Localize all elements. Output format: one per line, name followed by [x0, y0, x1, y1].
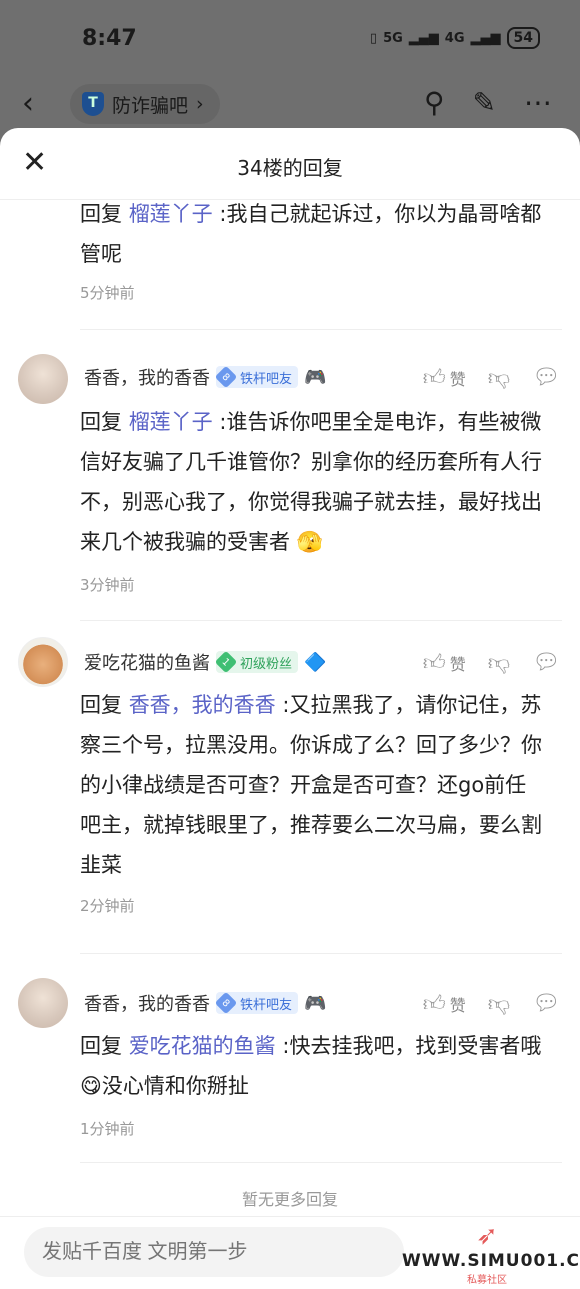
- reply-prefix: 回复: [80, 1034, 122, 1058]
- forum-name: 防诈骗吧: [112, 94, 189, 117]
- avatar[interactable]: [18, 637, 68, 687]
- level-number: 1: [214, 650, 238, 674]
- thumb-down-icon[interactable]: 👎︎: [488, 649, 510, 676]
- network-4g: 4G: [444, 30, 465, 46]
- thumb-down-icon[interactable]: 👎︎: [488, 364, 510, 391]
- reply-actions: 👍︎ 赞 👎︎ 💬︎: [423, 364, 560, 391]
- like-button[interactable]: 👍︎ 赞: [423, 364, 466, 391]
- sheet-header: ✕ 34楼的回复: [0, 128, 580, 200]
- avatar[interactable]: [18, 978, 68, 1028]
- like-label: 赞: [449, 369, 466, 389]
- reply-actions: 👍︎ 赞 👎︎ 💬︎: [423, 649, 560, 676]
- level-badge: 1 初级粉丝: [214, 650, 299, 674]
- divider: [80, 1162, 562, 1163]
- decoration-icon: 🎮: [304, 992, 327, 1014]
- watermark: ➶ WWW.SIMU001.CN 私募社区: [402, 1221, 580, 1286]
- decoration-icon: 🔷: [304, 651, 327, 673]
- like-label: 赞: [449, 654, 466, 674]
- sheet-title: 34楼的回复: [237, 156, 343, 180]
- thumb-up-icon: 👍︎: [422, 651, 446, 676]
- username[interactable]: 爱吃花猫的鱼酱: [84, 649, 210, 675]
- badge-label: 初级粉丝: [240, 656, 293, 672]
- thumb-up-icon: 👍︎: [422, 992, 446, 1017]
- signal-icon-2: ▂▄▆: [470, 30, 501, 46]
- signal-icon: ▂▄▆: [408, 30, 439, 46]
- mention-link[interactable]: 榴莲丫子: [129, 410, 213, 434]
- status-time: 8:47: [82, 26, 137, 51]
- back-arrow-icon[interactable]: ‹: [22, 86, 34, 121]
- nav-actions: ⚲ ✎ ⋯: [424, 86, 552, 119]
- chevron-right-icon: ›: [196, 93, 204, 115]
- comment-icon[interactable]: 💬︎: [532, 650, 560, 675]
- reply-time: 1分钟前: [80, 1120, 135, 1138]
- forum-name-pill[interactable]: T 防诈骗吧 ›: [70, 84, 220, 124]
- badge-label: 铁杆吧友: [240, 371, 293, 387]
- username[interactable]: 香香，我的香香: [84, 990, 210, 1016]
- no-more-replies: 暂无更多回复: [241, 1190, 338, 1209]
- comment-icon[interactable]: 💬︎: [532, 365, 560, 390]
- edit-icon[interactable]: ✎: [473, 86, 496, 119]
- reply-content: 回复 爱吃花猫的鱼酱 :快去挂我吧，找到受害者哦 😋没心情和你掰扯: [80, 1026, 566, 1106]
- level-badge: 8 铁杆吧友: [214, 991, 299, 1015]
- reply-item: 爱吃花猫的鱼酱 1 初级粉丝 🔷 👍︎ 赞 👎︎ 💬︎ 回复 香香，我的香香 :又拉…: [0, 621, 580, 923]
- username[interactable]: 香香，我的香香: [84, 364, 210, 390]
- level-number: 8: [214, 991, 238, 1015]
- watermark-logo-icon: ➶: [476, 1221, 498, 1251]
- network-5g: 5G: [383, 30, 403, 46]
- like-button[interactable]: 👍︎ 赞: [423, 990, 466, 1017]
- mention-link[interactable]: 爱吃花猫的鱼酱: [129, 1034, 276, 1058]
- watermark-url: WWW.SIMU001.CN: [402, 1251, 580, 1271]
- reply-prefix: 回复: [80, 202, 122, 226]
- mention-link[interactable]: 香香，我的香香: [129, 693, 276, 717]
- bottom-input-bar: ➶ WWW.SIMU001.CN 私募社区: [0, 1216, 580, 1289]
- reply-prefix: 回复: [80, 410, 122, 434]
- reply-sheet: ✕ 34楼的回复 回复 榴莲丫子 :我自己就起诉过，你以为晶哥啥都管呢 5分钟前…: [0, 128, 580, 1289]
- watermark-sub: 私募社区: [467, 1275, 507, 1286]
- decoration-icon: 🎮: [304, 366, 327, 388]
- reply-item: 香香，我的香香 8 铁杆吧友 🎮 👍︎ 赞 👎︎ 💬︎ 回复 榴莲丫子 :谁告诉你吧…: [0, 330, 580, 596]
- reply-text: :又拉黑我了，请你记住，苏察三个号，拉黑没用。你诉成了么？回了多少？你的小律战绩…: [80, 693, 542, 877]
- reply-content: 回复 榴莲丫子 :我自己就起诉过，你以为晶哥啥都管呢: [80, 194, 580, 274]
- reply-prefix: 回复: [80, 693, 122, 717]
- level-number: 8: [214, 365, 238, 389]
- mention-link[interactable]: 榴莲丫子: [129, 202, 213, 226]
- user-line: 香香，我的香香 8 铁杆吧友 🎮: [84, 364, 326, 390]
- forum-nav-bar: ‹ T 防诈骗吧 › ⚲ ✎ ⋯: [0, 80, 580, 130]
- status-icons: ▯ 5G ▂▄▆ 4G ▂▄▆ 54: [370, 27, 540, 49]
- more-icon[interactable]: ⋯: [524, 86, 552, 119]
- reply-time: 3分钟前: [80, 576, 135, 594]
- thumb-up-icon: 👍︎: [422, 366, 446, 391]
- level-badge: 8 铁杆吧友: [214, 365, 299, 389]
- thumb-down-icon[interactable]: 👎︎: [488, 990, 510, 1017]
- reply-actions: 👍︎ 赞 👎︎ 💬︎: [423, 990, 560, 1017]
- shield-icon: T: [82, 92, 104, 116]
- comment-input[interactable]: [24, 1227, 404, 1277]
- like-button[interactable]: 👍︎ 赞: [423, 649, 466, 676]
- vibrate-icon: ▯: [369, 30, 378, 46]
- reply-item: 回复 榴莲丫子 :我自己就起诉过，你以为晶哥啥都管呢 5分钟前: [0, 194, 580, 303]
- search-icon[interactable]: ⚲: [424, 86, 445, 119]
- reply-content: 回复 香香，我的香香 :又拉黑我了，请你记住，苏察三个号，拉黑没用。你诉成了么？…: [80, 685, 566, 885]
- reply-time: 2分钟前: [80, 897, 135, 915]
- like-label: 赞: [449, 995, 466, 1015]
- avatar[interactable]: [18, 354, 68, 404]
- user-line: 香香，我的香香 8 铁杆吧友 🎮: [84, 990, 326, 1016]
- status-bar: 8:47 ▯ 5G ▂▄▆ 4G ▂▄▆ 54: [0, 0, 580, 80]
- reply-content: 回复 榴莲丫子 :谁告诉你吧里全是电诈，有些被微信好友骗了几千谁管你？别拿你的经…: [80, 402, 580, 562]
- battery-icon: 54: [506, 27, 540, 49]
- comment-icon[interactable]: 💬︎: [532, 991, 560, 1016]
- reply-item: 香香，我的香香 8 铁杆吧友 🎮 👍︎ 赞 👎︎ 💬︎ 回复 爱吃花猫的鱼酱 :快去…: [0, 954, 580, 1144]
- reply-time: 5分钟前: [80, 284, 135, 302]
- user-line: 爱吃花猫的鱼酱 1 初级粉丝 🔷: [84, 649, 326, 675]
- badge-label: 铁杆吧友: [240, 997, 293, 1013]
